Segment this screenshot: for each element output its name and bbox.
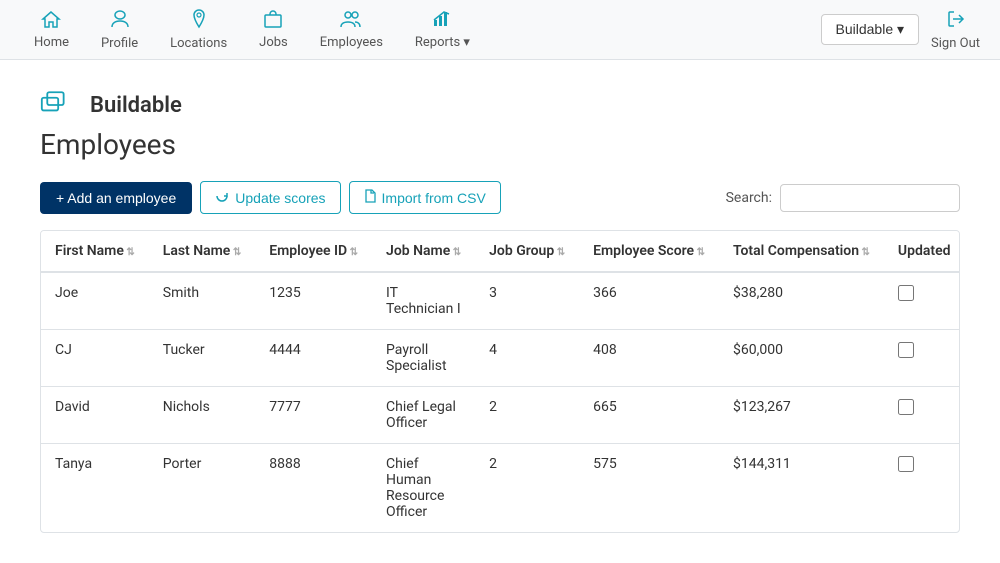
search-area: Search:	[726, 184, 960, 212]
nav-reports[interactable]: Reports ▾	[401, 2, 484, 58]
cell-last-name: Nichols	[149, 387, 255, 444]
cell-last-name: Tucker	[149, 330, 255, 387]
cell-first-name: CJ	[41, 330, 149, 387]
search-label: Search:	[726, 190, 772, 206]
table-row: CJTucker4444Payroll Specialist4408$60,00…	[41, 330, 960, 387]
cell-total-compensation: $123,267	[719, 387, 884, 444]
import-csv-button[interactable]: Import from CSV	[349, 181, 501, 214]
file-icon	[364, 189, 376, 206]
home-icon	[41, 10, 61, 33]
col-job-name[interactable]: Job Name	[372, 231, 475, 272]
col-last-name[interactable]: Last Name	[149, 231, 255, 272]
profile-icon	[110, 9, 130, 34]
locations-icon	[191, 9, 207, 34]
nav-right: Buildable ▾ Sign Out	[821, 9, 980, 51]
updated-checkbox[interactable]	[898, 342, 914, 358]
updated-checkbox[interactable]	[898, 285, 914, 301]
cell-total-compensation: $60,000	[719, 330, 884, 387]
cell-total-compensation: $38,280	[719, 272, 884, 330]
cell-updated[interactable]	[884, 387, 960, 444]
employees-icon	[340, 10, 362, 33]
cell-first-name: Tanya	[41, 444, 149, 533]
main-content: Buildable Employees + Add an employee Up…	[0, 60, 1000, 563]
cell-last-name: Smith	[149, 272, 255, 330]
col-employee-score[interactable]: Employee Score	[579, 231, 719, 272]
cell-job-group: 2	[475, 387, 579, 444]
cell-job-name: Chief Legal Officer	[372, 387, 475, 444]
nav-employees[interactable]: Employees	[306, 2, 397, 58]
col-total-compensation[interactable]: Total Compensation	[719, 231, 884, 272]
cell-job-name: Payroll Specialist	[372, 330, 475, 387]
brand-name: Buildable	[90, 93, 182, 118]
refresh-icon	[215, 189, 229, 206]
update-scores-button[interactable]: Update scores	[200, 181, 340, 214]
cell-first-name: David	[41, 387, 149, 444]
cell-employee-score: 366	[579, 272, 719, 330]
nav-locations[interactable]: Locations	[156, 1, 241, 59]
toolbar: + Add an employee Update scores Import f…	[40, 181, 960, 214]
col-job-group[interactable]: Job Group	[475, 231, 579, 272]
col-first-name[interactable]: First Name	[41, 231, 149, 272]
table-header-row: First Name Last Name Employee ID Job Nam…	[41, 231, 960, 272]
cell-employee-id: 7777	[255, 387, 372, 444]
cell-employee-score: 665	[579, 387, 719, 444]
cell-updated[interactable]	[884, 444, 960, 533]
employees-table: First Name Last Name Employee ID Job Nam…	[41, 231, 960, 532]
buildable-dropdown-button[interactable]: Buildable ▾	[821, 14, 920, 45]
search-input[interactable]	[780, 184, 960, 212]
table-row: DavidNichols7777Chief Legal Officer2665$…	[41, 387, 960, 444]
page-title: Employees	[40, 128, 960, 161]
nav-items: Home Profile Locations	[20, 1, 821, 59]
nav-profile[interactable]: Profile	[87, 1, 152, 59]
updated-checkbox[interactable]	[898, 399, 914, 415]
table-body: JoeSmith1235IT Technician I3366$38,280✓ …	[41, 272, 960, 532]
reports-label: Reports ▾	[415, 35, 470, 50]
employees-table-wrapper: First Name Last Name Employee ID Job Nam…	[40, 230, 960, 533]
navbar: Home Profile Locations	[0, 0, 1000, 60]
jobs-icon	[263, 10, 283, 33]
cell-employee-score: 575	[579, 444, 719, 533]
cell-total-compensation: $144,311	[719, 444, 884, 533]
cell-job-name: Chief Human Resource Officer	[372, 444, 475, 533]
brand-logo-icon	[40, 90, 80, 120]
table-row: TanyaPorter8888Chief Human Resource Offi…	[41, 444, 960, 533]
reports-icon	[432, 10, 452, 33]
table-row: JoeSmith1235IT Technician I3366$38,280✓ …	[41, 272, 960, 330]
add-employee-button[interactable]: + Add an employee	[40, 182, 192, 214]
cell-employee-id: 1235	[255, 272, 372, 330]
sign-out-button[interactable]: Sign Out	[931, 9, 980, 51]
cell-first-name: Joe	[41, 272, 149, 330]
updated-checkbox[interactable]	[898, 456, 914, 472]
cell-employee-id: 4444	[255, 330, 372, 387]
col-updated: Updated	[884, 231, 960, 272]
cell-job-group: 3	[475, 272, 579, 330]
cell-employee-score: 408	[579, 330, 719, 387]
cell-job-group: 2	[475, 444, 579, 533]
nav-jobs[interactable]: Jobs	[245, 2, 302, 58]
cell-updated[interactable]	[884, 330, 960, 387]
sign-out-icon	[946, 9, 966, 34]
cell-employee-id: 8888	[255, 444, 372, 533]
cell-job-group: 4	[475, 330, 579, 387]
brand-header: Buildable	[40, 90, 960, 120]
cell-job-name: IT Technician I	[372, 272, 475, 330]
nav-home[interactable]: Home	[20, 2, 83, 58]
col-employee-id[interactable]: Employee ID	[255, 231, 372, 272]
cell-updated[interactable]	[884, 272, 960, 330]
cell-last-name: Porter	[149, 444, 255, 533]
